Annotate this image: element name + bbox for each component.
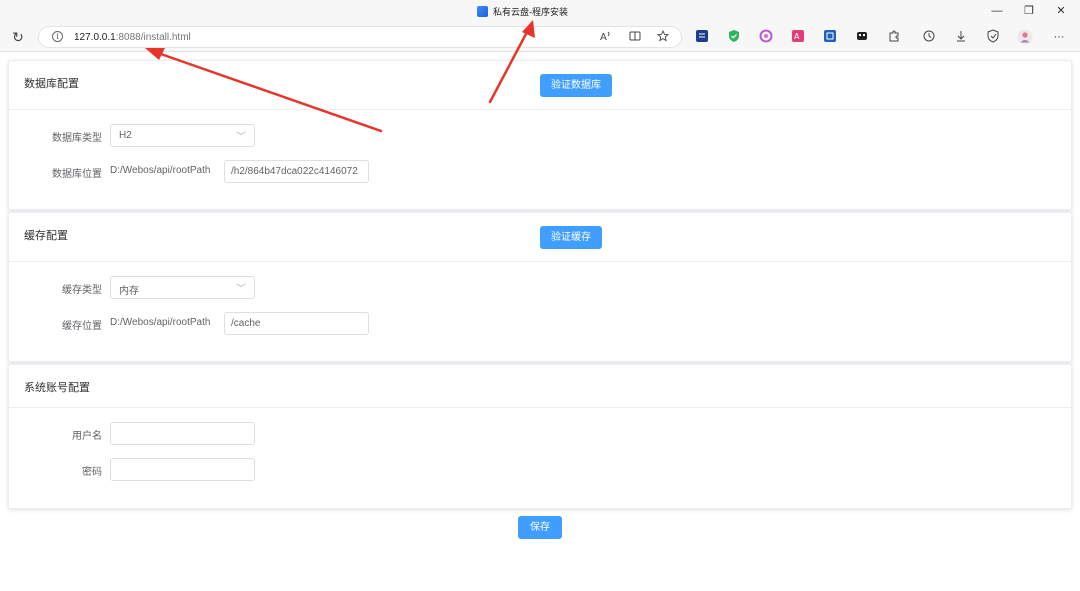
close-window-button[interactable]: ✕ [1052, 3, 1070, 19]
tab-manager-icon[interactable] [854, 29, 870, 45]
collections-icon[interactable] [694, 29, 710, 45]
chevron-down-icon: ﹀ [236, 284, 246, 295]
cache-location-row: 缓存位置 D:/Webos/api/rootPath [9, 312, 609, 335]
restore-button[interactable]: ❐ [1020, 3, 1038, 19]
url-host: 127.0.0.1 [74, 32, 116, 43]
app-favicon-icon [477, 6, 488, 17]
cache-type-value: 内存 [119, 286, 139, 297]
site-info-icon[interactable]: i [52, 31, 63, 42]
favorite-star-icon[interactable] [656, 29, 670, 44]
url-text[interactable]: 127.0.0.1:8088/install.html [74, 32, 191, 43]
account-card-header: 系统账号配置 [9, 365, 1071, 408]
database-location-input[interactable] [224, 160, 369, 183]
cache-config-card: 缓存配置 验证缓存 缓存类型 内存 ﹀ 缓存位置 D:/Webos/api/ro… [8, 212, 1072, 362]
window-title: 私有云盘-程序安装 [477, 5, 568, 18]
window-title-text: 私有云盘-程序安装 [493, 7, 568, 17]
reader-view-icon[interactable] [628, 30, 642, 44]
database-type-value: H2 [119, 130, 132, 141]
verify-database-button[interactable]: 验证数据库 [540, 74, 612, 97]
database-type-label: 数据库类型 [52, 133, 102, 144]
save-button[interactable]: 保存 [518, 516, 562, 539]
database-card-title: 数据库配置 [24, 78, 79, 90]
svg-text:A: A [600, 32, 607, 42]
cache-card-title: 缓存配置 [24, 230, 68, 242]
cache-location-input[interactable] [224, 312, 369, 335]
account-config-card: 系统账号配置 用户名 密码 [8, 364, 1072, 509]
translate-icon[interactable]: A [790, 29, 806, 45]
database-type-select[interactable]: H2 ﹀ [110, 124, 255, 147]
account-card-title: 系统账号配置 [24, 382, 90, 394]
username-row: 用户名 [9, 422, 609, 445]
database-location-row: 数据库位置 D:/Webos/api/rootPath [9, 160, 609, 183]
browser-toolbar: ↻ i 127.0.0.1:8088/install.html A A ··· [0, 24, 1080, 52]
verify-cache-button[interactable]: 验证缓存 [540, 226, 602, 249]
svg-text:A: A [794, 32, 800, 41]
browser-essentials-icon[interactable] [985, 29, 1001, 45]
database-config-card: 数据库配置 验证数据库 数据库类型 H2 ﹀ 数据库位置 D:/Webos/ap… [8, 60, 1072, 210]
history-icon[interactable] [921, 29, 937, 45]
reload-icon[interactable]: ↻ [10, 29, 26, 45]
password-label: 密码 [82, 467, 102, 478]
install-page: 数据库配置 验证数据库 数据库类型 H2 ﹀ 数据库位置 D:/Webos/ap… [0, 52, 1080, 591]
cache-location-label: 缓存位置 [62, 321, 102, 332]
minimize-button[interactable]: — [988, 3, 1006, 19]
read-aloud-icon[interactable]: A [599, 30, 613, 44]
cache-type-label: 缓存类型 [62, 285, 102, 296]
cache-card-header: 缓存配置 验证缓存 [9, 213, 1071, 262]
profile-avatar-icon[interactable] [1017, 29, 1033, 45]
copilot-icon[interactable] [758, 29, 774, 45]
more-menu-icon[interactable]: ··· [1051, 29, 1067, 45]
database-type-row: 数据库类型 H2 ﹀ [9, 124, 609, 147]
cache-type-select[interactable]: 内存 ﹀ [110, 276, 255, 299]
downloads-icon[interactable] [953, 29, 969, 45]
database-card-header: 数据库配置 验证数据库 [9, 61, 1071, 110]
password-row: 密码 [9, 458, 609, 481]
username-label: 用户名 [72, 431, 102, 442]
extensions-puzzle-icon[interactable] [886, 29, 902, 45]
database-location-prefix: D:/Webos/api/rootPath [110, 165, 211, 176]
password-input[interactable] [110, 458, 255, 481]
database-location-label: 数据库位置 [52, 169, 102, 180]
cache-type-row: 缓存类型 内存 ﹀ [9, 276, 609, 299]
screenshot-extension-icon[interactable] [822, 29, 838, 45]
cache-location-prefix: D:/Webos/api/rootPath [110, 317, 211, 328]
url-path: :8088/install.html [115, 32, 191, 43]
window-titlebar: 私有云盘-程序安装 — ❐ ✕ [0, 0, 1080, 24]
address-bar[interactable]: i 127.0.0.1:8088/install.html A [38, 26, 682, 48]
shield-icon[interactable] [726, 29, 742, 45]
chevron-down-icon: ﹀ [236, 132, 246, 143]
username-input[interactable] [110, 422, 255, 445]
